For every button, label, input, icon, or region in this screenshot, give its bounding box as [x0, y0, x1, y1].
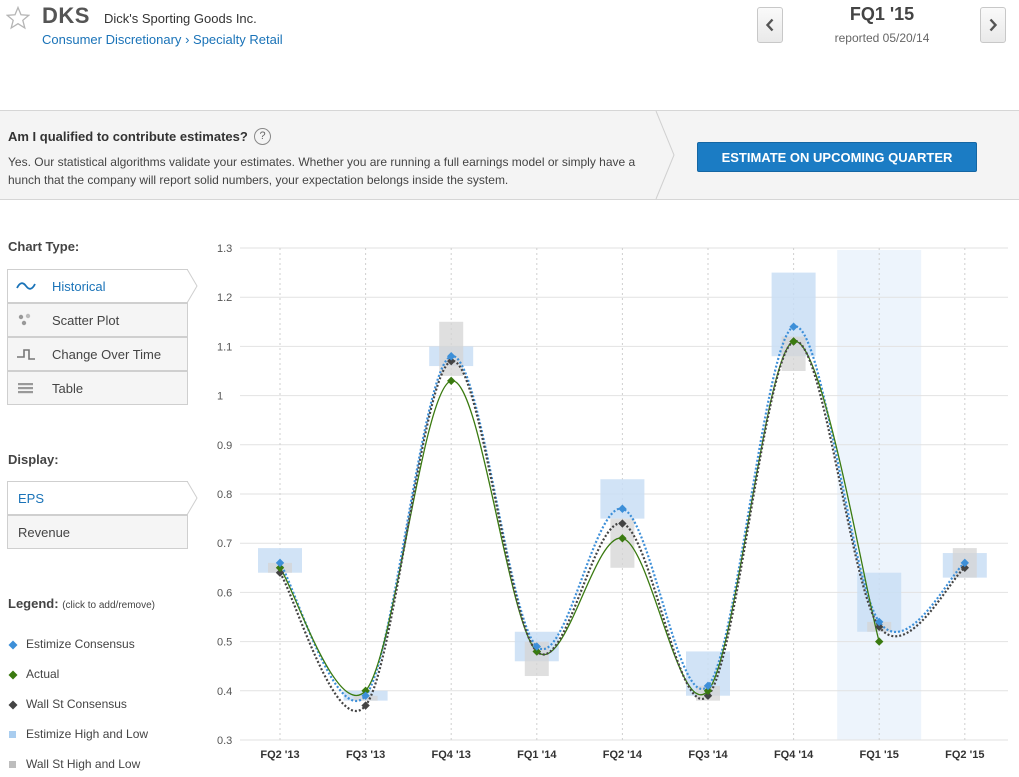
actual-line [279, 340, 880, 696]
legend-hint: (click to add/remove) [62, 600, 155, 611]
chart-type-change-over-time[interactable]: Change Over Time [7, 337, 188, 371]
watchlist-star-icon[interactable] [6, 6, 30, 30]
chart-type-historical[interactable]: Historical [7, 269, 188, 303]
chevron-right-icon [989, 18, 998, 32]
breadcrumb: Consumer Discretionary › Specialty Retai… [42, 32, 283, 47]
selected-arrow [187, 269, 198, 303]
x-tick-label: FQ2 '14 [603, 749, 643, 761]
selected-arrow [187, 481, 198, 515]
estimate-upcoming-quarter-button[interactable]: ESTIMATE ON UPCOMING QUARTER [697, 142, 977, 172]
display-label: EPS [18, 491, 45, 506]
y-tick-label: 1.3 [217, 243, 232, 255]
quarter-title: FQ1 '15 [849, 4, 915, 24]
display-title: Display: [8, 452, 59, 467]
x-tick-label: FQ4 '14 [774, 749, 814, 761]
previous-quarter-button[interactable] [757, 7, 783, 43]
y-tick-label: 0.5 [217, 637, 232, 649]
y-tick-label: 0.6 [217, 587, 232, 599]
help-icon[interactable]: ? [254, 128, 271, 145]
legend-label: Wall St High and Low [26, 757, 141, 771]
chart-type-label: Historical [52, 279, 106, 294]
diamond-icon [8, 670, 18, 680]
diamond-icon [8, 700, 18, 710]
y-tick-label: 0.9 [217, 440, 232, 452]
y-tick-label: 0.4 [217, 686, 232, 698]
chart-type-label: Scatter Plot [52, 313, 120, 328]
y-tick-label: 0.8 [217, 489, 232, 501]
legend-title-row: Legend: (click to add/remove) [8, 596, 155, 611]
scatter-icon [18, 313, 31, 326]
legend-label: Estimize Consensus [26, 637, 135, 651]
chevron-left-icon [765, 18, 774, 32]
chart-type-table[interactable]: Table [7, 371, 188, 405]
next-quarter-button[interactable] [980, 7, 1006, 43]
chart-type-scatter-plot[interactable]: Scatter Plot [7, 303, 188, 337]
legend-title: Legend: [8, 596, 59, 611]
x-tick-label: FQ4 '13 [432, 749, 471, 761]
banner-question: Am I qualified to contribute estimates? [8, 129, 248, 144]
x-tick-label: FQ2 '15 [945, 749, 984, 761]
x-tick-label: FQ3 '13 [346, 749, 385, 761]
square-icon [9, 731, 16, 738]
x-tick-label: FQ3 '14 [688, 749, 728, 761]
wave-icon [16, 282, 36, 290]
display-label: Revenue [18, 525, 71, 540]
table-icon [18, 383, 33, 394]
y-tick-label: 0.3 [217, 735, 232, 747]
eps-history-chart: 0.3 0.4 0.5 0.6 0.7 0.8 0.9 1 1.1 1.2 1.3 FQ2 '13 FQ… [217, 243, 1008, 761]
actual-point [447, 376, 456, 386]
ticker-symbol: DKS [42, 3, 90, 28]
diamond-icon [8, 640, 18, 650]
square-icon [9, 761, 16, 768]
legend-label: Wall St Consensus [26, 697, 127, 711]
sector-link[interactable]: Consumer Discretionary [42, 32, 181, 47]
display-eps[interactable]: EPS [7, 481, 188, 515]
step-chart-icon [17, 349, 35, 360]
display-revenue[interactable]: Revenue [7, 515, 188, 549]
breadcrumb-separator: › [185, 32, 190, 47]
legend-label: Actual [26, 667, 60, 681]
y-tick-label: 1.1 [217, 341, 232, 353]
legend-label: Estimize High and Low [26, 727, 149, 741]
y-tick-label: 1.2 [217, 292, 232, 304]
chart-type-label: Change Over Time [52, 347, 162, 362]
chart-type-label: Table [52, 381, 84, 396]
chart-type-title: Chart Type: [8, 239, 80, 254]
company-name: Dick's Sporting Goods Inc. [104, 11, 257, 26]
reported-date: reported 05/20/14 [834, 31, 930, 45]
y-tick-label: 1 [217, 391, 223, 403]
x-tick-label: FQ1 '15 [860, 749, 899, 761]
banner-body: Yes. Our statistical algorithms validate… [8, 155, 636, 187]
y-tick-label: 0.7 [217, 538, 232, 550]
x-tick-label: FQ1 '14 [517, 749, 557, 761]
x-tick-label: FQ2 '13 [260, 749, 299, 761]
industry-link[interactable]: Specialty Retail [193, 32, 283, 47]
